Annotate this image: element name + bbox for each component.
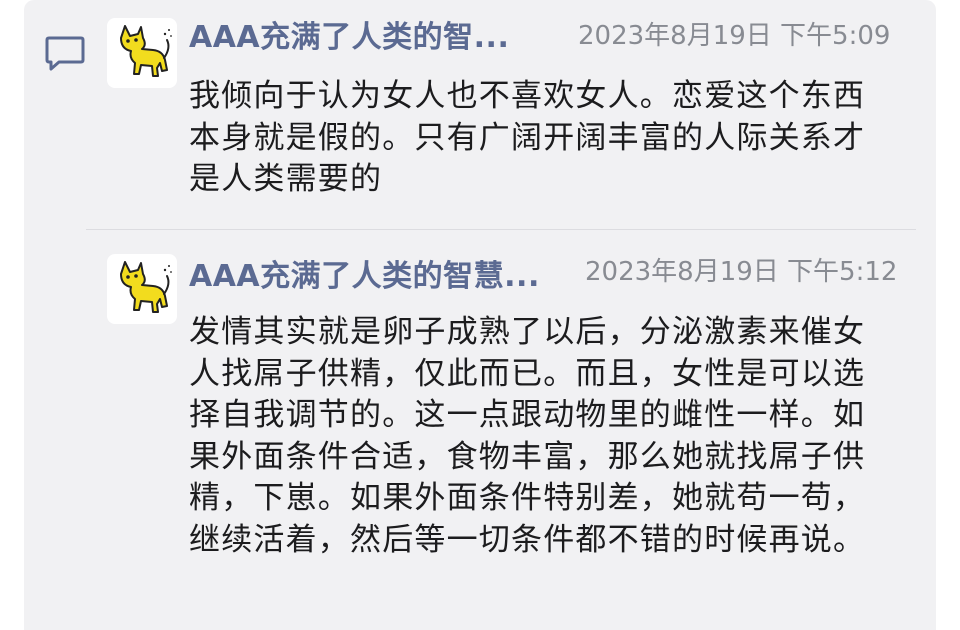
comment-bubble-icon[interactable]: [45, 35, 85, 71]
comment-timestamp: 2023年8月19日 下午5:12: [585, 257, 898, 287]
avatar[interactable]: [107, 254, 177, 324]
yellow-cat-avatar: [120, 261, 172, 313]
comment-text: 发情其实就是卵子成熟了以后，分泌激素来催女人找屌子供精，仅此而已。而且，女性是可…: [189, 314, 866, 558]
comment-text: 我倾向于认为女人也不喜欢女人。恋爱这个东西本身就是假的。只有广阔开阔丰富的人际关…: [189, 78, 866, 197]
page: AAA充满了人类的智... 2023年8月19日 下午5:09 我倾向于认为女人…: [0, 0, 960, 630]
comment-divider: [86, 229, 916, 230]
yellow-cat-avatar: [120, 25, 172, 77]
comment-timestamp: 2023年8月19日 下午5:09: [578, 21, 891, 51]
comment-author-name[interactable]: AAA充满了人类的智...: [189, 19, 509, 57]
comment-author-name[interactable]: AAA充满了人类的智慧...: [189, 258, 540, 296]
avatar[interactable]: [107, 18, 177, 88]
